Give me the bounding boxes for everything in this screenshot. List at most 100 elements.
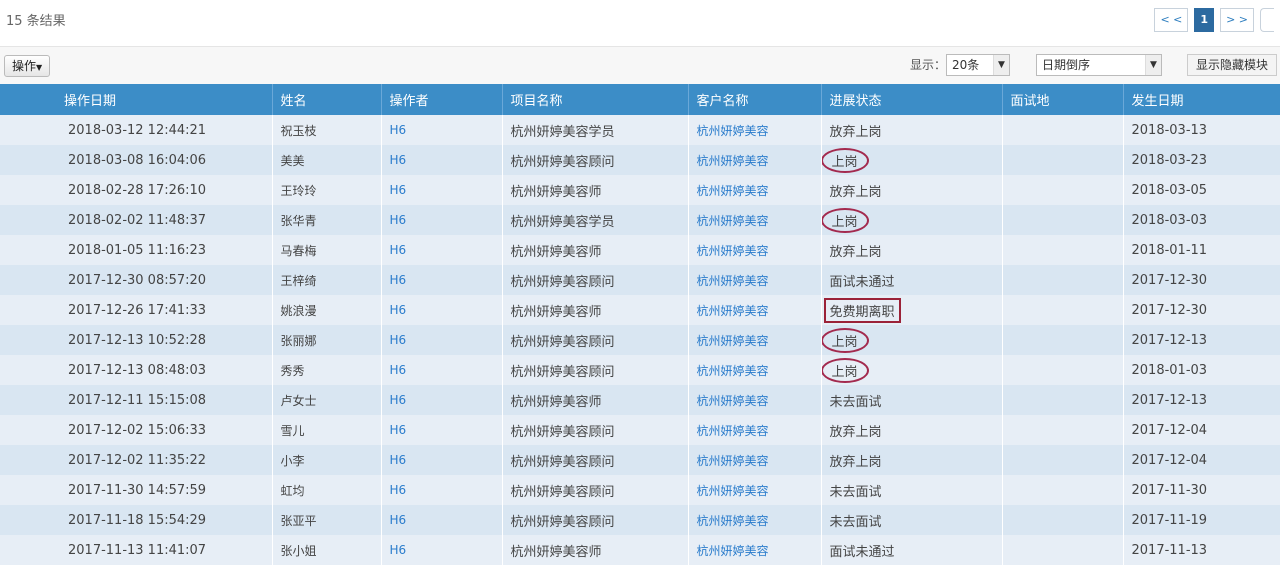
name-cell[interactable]: 卢女士 bbox=[272, 385, 382, 415]
interview-location-cell bbox=[1002, 475, 1124, 505]
table-row[interactable]: 2018-03-12 12:44:21 祝玉枝 H6 杭州妍婷美容学员 杭州妍婷美容 放弃… bbox=[0, 115, 1280, 145]
project-name-cell: 杭州妍婷美容师 bbox=[502, 385, 689, 415]
operation-date-cell: 2017-12-02 11:35:22 bbox=[0, 445, 273, 475]
operator-link[interactable]: H6 bbox=[381, 235, 503, 265]
operator-link[interactable]: H6 bbox=[381, 385, 503, 415]
operation-date-cell: 2017-11-13 11:41:07 bbox=[0, 535, 273, 565]
occur-date-cell: 2018-03-13 bbox=[1123, 115, 1280, 145]
name-cell[interactable]: 王梓绮 bbox=[272, 265, 382, 295]
occur-date-cell: 2017-12-30 bbox=[1123, 295, 1280, 325]
operator-link[interactable]: H6 bbox=[381, 355, 503, 385]
table-row[interactable]: 2018-03-08 16:04:06 美美 H6 杭州妍婷美容顾问 杭州妍婷美容 上岗 2… bbox=[0, 145, 1280, 175]
table-row[interactable]: 2017-11-18 15:54:29 张亚平 H6 杭州妍婷美容顾问 杭州妍婷美容 未去… bbox=[0, 505, 1280, 535]
name-cell[interactable]: 美美 bbox=[272, 145, 382, 175]
operator-link[interactable]: H6 bbox=[381, 325, 503, 355]
operator-link[interactable]: H6 bbox=[381, 205, 503, 235]
customer-link[interactable]: 杭州妍婷美容 bbox=[688, 145, 822, 175]
pagination: < < 1 > > bbox=[1154, 8, 1274, 32]
customer-link[interactable]: 杭州妍婷美容 bbox=[688, 475, 822, 505]
name-cell[interactable]: 张亚平 bbox=[272, 505, 382, 535]
table-row[interactable]: 2017-12-02 11:35:22 小李 H6 杭州妍婷美容顾问 杭州妍婷美容 放弃上… bbox=[0, 445, 1280, 475]
interview-location-cell bbox=[1002, 235, 1124, 265]
result-count: 15 条结果 bbox=[6, 14, 66, 29]
operator-link[interactable]: H6 bbox=[381, 175, 503, 205]
customer-link[interactable]: 杭州妍婷美容 bbox=[688, 115, 822, 145]
customer-link[interactable]: 杭州妍婷美容 bbox=[688, 295, 822, 325]
column-header[interactable]: 操作者 bbox=[381, 84, 503, 115]
operator-link[interactable]: H6 bbox=[381, 505, 503, 535]
name-cell[interactable]: 雪儿 bbox=[272, 415, 382, 445]
customer-link[interactable]: 杭州妍婷美容 bbox=[688, 445, 822, 475]
column-header[interactable]: 项目名称 bbox=[502, 84, 689, 115]
customer-link[interactable]: 杭州妍婷美容 bbox=[688, 205, 822, 235]
customer-link[interactable]: 杭州妍婷美容 bbox=[688, 325, 822, 355]
occur-date-cell: 2017-12-04 bbox=[1123, 415, 1280, 445]
chevron-down-icon: ▼ bbox=[1145, 55, 1161, 75]
customer-link[interactable]: 杭州妍婷美容 bbox=[688, 175, 822, 205]
operation-date-cell: 2018-02-28 17:26:10 bbox=[0, 175, 273, 205]
status-label: 面试未通过 bbox=[829, 274, 895, 290]
customer-link[interactable]: 杭州妍婷美容 bbox=[688, 535, 822, 565]
table-row[interactable]: 2018-01-05 11:16:23 马春梅 H6 杭州妍婷美容师 杭州妍婷美容 放弃上… bbox=[0, 235, 1280, 265]
operator-link[interactable]: H6 bbox=[381, 145, 503, 175]
toggle-hidden-modules-button[interactable]: 显示隐藏模块 bbox=[1187, 54, 1277, 76]
table-row[interactable]: 2017-12-30 08:57:20 王梓绮 H6 杭州妍婷美容顾问 杭州妍婷美容 面试… bbox=[0, 265, 1280, 295]
table-row[interactable]: 2018-02-02 11:48:37 张华青 H6 杭州妍婷美容学员 杭州妍婷美容 上岗… bbox=[0, 205, 1280, 235]
interview-location-cell bbox=[1002, 415, 1124, 445]
page-1-button[interactable]: 1 bbox=[1194, 8, 1215, 32]
status-cell: 放弃上岗 bbox=[821, 445, 1003, 475]
name-cell[interactable]: 张小姐 bbox=[272, 535, 382, 565]
customer-link[interactable]: 杭州妍婷美容 bbox=[688, 505, 822, 535]
name-cell[interactable]: 虹均 bbox=[272, 475, 382, 505]
status-cell: 上岗 bbox=[821, 205, 1003, 235]
next-page-button[interactable]: > > bbox=[1220, 8, 1254, 32]
name-cell[interactable]: 王玲玲 bbox=[272, 175, 382, 205]
status-label: 放弃上岗 bbox=[829, 184, 882, 200]
table-row[interactable]: 2017-12-13 08:48:03 秀秀 H6 杭州妍婷美容顾问 杭州妍婷美容 上岗 2… bbox=[0, 355, 1280, 385]
sort-order-select[interactable]: 日期倒序 ▼ bbox=[1036, 54, 1162, 76]
operator-link[interactable]: H6 bbox=[381, 415, 503, 445]
name-cell[interactable]: 祝玉枝 bbox=[272, 115, 382, 145]
operator-link[interactable]: H6 bbox=[381, 115, 503, 145]
table-row[interactable]: 2018-02-28 17:26:10 王玲玲 H6 杭州妍婷美容师 杭州妍婷美容 放弃上… bbox=[0, 175, 1280, 205]
customer-link[interactable]: 杭州妍婷美容 bbox=[688, 265, 822, 295]
operator-link[interactable]: H6 bbox=[381, 265, 503, 295]
prev-page-button[interactable]: < < bbox=[1154, 8, 1189, 32]
project-name-cell: 杭州妍婷美容顾问 bbox=[502, 145, 689, 175]
table-row[interactable]: 2017-12-11 15:15:08 卢女士 H6 杭州妍婷美容师 杭州妍婷美容 未去面… bbox=[0, 385, 1280, 415]
interview-location-cell bbox=[1002, 205, 1124, 235]
name-cell[interactable]: 马春梅 bbox=[272, 235, 382, 265]
page-size-select[interactable]: 20条 ▼ bbox=[946, 54, 1010, 76]
operator-link[interactable]: H6 bbox=[381, 295, 503, 325]
customer-link[interactable]: 杭州妍婷美容 bbox=[688, 355, 822, 385]
name-cell[interactable]: 姚浪漫 bbox=[272, 295, 382, 325]
table-row[interactable]: 2017-11-13 11:41:07 张小姐 H6 杭州妍婷美容师 杭州妍婷美容 面试未… bbox=[0, 535, 1280, 565]
column-header[interactable]: 面试地 bbox=[1002, 84, 1124, 115]
customer-link[interactable]: 杭州妍婷美容 bbox=[688, 385, 822, 415]
column-header[interactable]: 进展状态 bbox=[821, 84, 1003, 115]
customer-link[interactable]: 杭州妍婷美容 bbox=[688, 415, 822, 445]
name-cell[interactable]: 张华青 bbox=[272, 205, 382, 235]
table-row[interactable]: 2017-12-02 15:06:33 雪儿 H6 杭州妍婷美容顾问 杭州妍婷美容 放弃上… bbox=[0, 415, 1280, 445]
name-cell[interactable]: 小李 bbox=[272, 445, 382, 475]
status-label: 未去面试 bbox=[829, 484, 882, 500]
operator-link[interactable]: H6 bbox=[381, 445, 503, 475]
table-row[interactable]: 2017-12-26 17:41:33 姚浪漫 H6 杭州妍婷美容师 杭州妍婷美容 免费期… bbox=[0, 295, 1280, 325]
column-header[interactable]: 姓名 bbox=[272, 84, 382, 115]
name-cell[interactable]: 张丽娜 bbox=[272, 325, 382, 355]
status-cell: 上岗 bbox=[821, 145, 1003, 175]
operator-link[interactable]: H6 bbox=[381, 475, 503, 505]
status-cell: 放弃上岗 bbox=[821, 235, 1003, 265]
column-header[interactable]: 发生日期 bbox=[1123, 84, 1280, 115]
name-cell[interactable]: 秀秀 bbox=[272, 355, 382, 385]
table-row[interactable]: 2017-12-13 10:52:28 张丽娜 H6 杭州妍婷美容顾问 杭州妍婷美容 上岗… bbox=[0, 325, 1280, 355]
project-name-cell: 杭州妍婷美容师 bbox=[502, 235, 689, 265]
column-header[interactable]: 客户名称 bbox=[688, 84, 822, 115]
project-name-cell: 杭州妍婷美容顾问 bbox=[502, 265, 689, 295]
project-name-cell: 杭州妍婷美容师 bbox=[502, 535, 689, 565]
operation-dropdown-button[interactable]: 操作▼ bbox=[4, 55, 51, 77]
operator-link[interactable]: H6 bbox=[381, 535, 503, 565]
table-row[interactable]: 2017-11-30 14:57:59 虹均 H6 杭州妍婷美容顾问 杭州妍婷美容 未去面… bbox=[0, 475, 1280, 505]
column-header[interactable]: 操作日期 bbox=[0, 84, 273, 115]
customer-link[interactable]: 杭州妍婷美容 bbox=[688, 235, 822, 265]
